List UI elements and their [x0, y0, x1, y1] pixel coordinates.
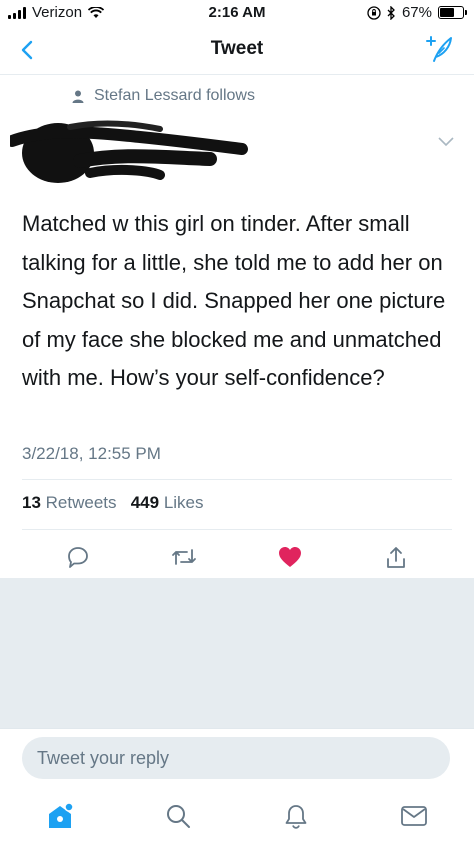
retweet-button[interactable]: [164, 537, 204, 577]
tab-home[interactable]: [40, 796, 80, 836]
divider: [22, 479, 452, 480]
chevron-down-icon[interactable]: [438, 137, 454, 147]
retweet-icon: [172, 549, 196, 565]
home-icon: [49, 802, 74, 828]
likes-count[interactable]: 449: [131, 493, 159, 512]
search-icon: [167, 805, 190, 828]
tweet-actions: [0, 537, 474, 577]
reply-bubble-icon: [68, 547, 88, 568]
reply-bar: [0, 728, 474, 789]
redacted-author-scribble: [10, 120, 248, 183]
bluetooth-icon: [387, 5, 395, 20]
tab-notifications[interactable]: [276, 796, 316, 836]
retweets-count[interactable]: 13: [22, 493, 41, 512]
replies-area: [0, 578, 474, 728]
tab-messages[interactable]: [394, 796, 434, 836]
orientation-lock-icon: [367, 5, 381, 20]
status-right: 67%: [367, 4, 467, 21]
share-icon: [387, 547, 405, 568]
retweets-label[interactable]: Retweets: [46, 493, 117, 512]
tweet-text: Matched w this girl on tinder. After sma…: [22, 211, 446, 390]
battery-percent: 67%: [401, 4, 432, 21]
likes-label[interactable]: Likes: [164, 493, 204, 512]
compose-feather-icon[interactable]: [424, 34, 454, 64]
share-button[interactable]: [376, 537, 416, 577]
tweet-timestamp: 3/22/18, 12:55 PM: [22, 444, 161, 463]
tab-bar: [0, 788, 474, 842]
tab-search[interactable]: [158, 796, 198, 836]
bell-icon: [285, 805, 307, 829]
social-context: Stefan Lessard follows: [72, 87, 255, 105]
social-context-label: Stefan Lessard follows: [94, 87, 255, 104]
battery-icon: [438, 6, 467, 19]
envelope-icon: [401, 806, 427, 826]
heart-icon: [279, 547, 301, 567]
page-title: Tweet: [210, 38, 264, 59]
tweet-stats: 13 Retweets 449 Likes: [22, 493, 204, 513]
reply-input[interactable]: [22, 737, 450, 779]
divider: [22, 529, 452, 530]
like-button[interactable]: [270, 537, 310, 577]
status-bar: Verizon 2:16 AM 67%: [0, 0, 474, 26]
reply-button[interactable]: [58, 537, 98, 577]
person-icon: [72, 90, 84, 103]
nav-bar: Tweet: [0, 26, 474, 75]
